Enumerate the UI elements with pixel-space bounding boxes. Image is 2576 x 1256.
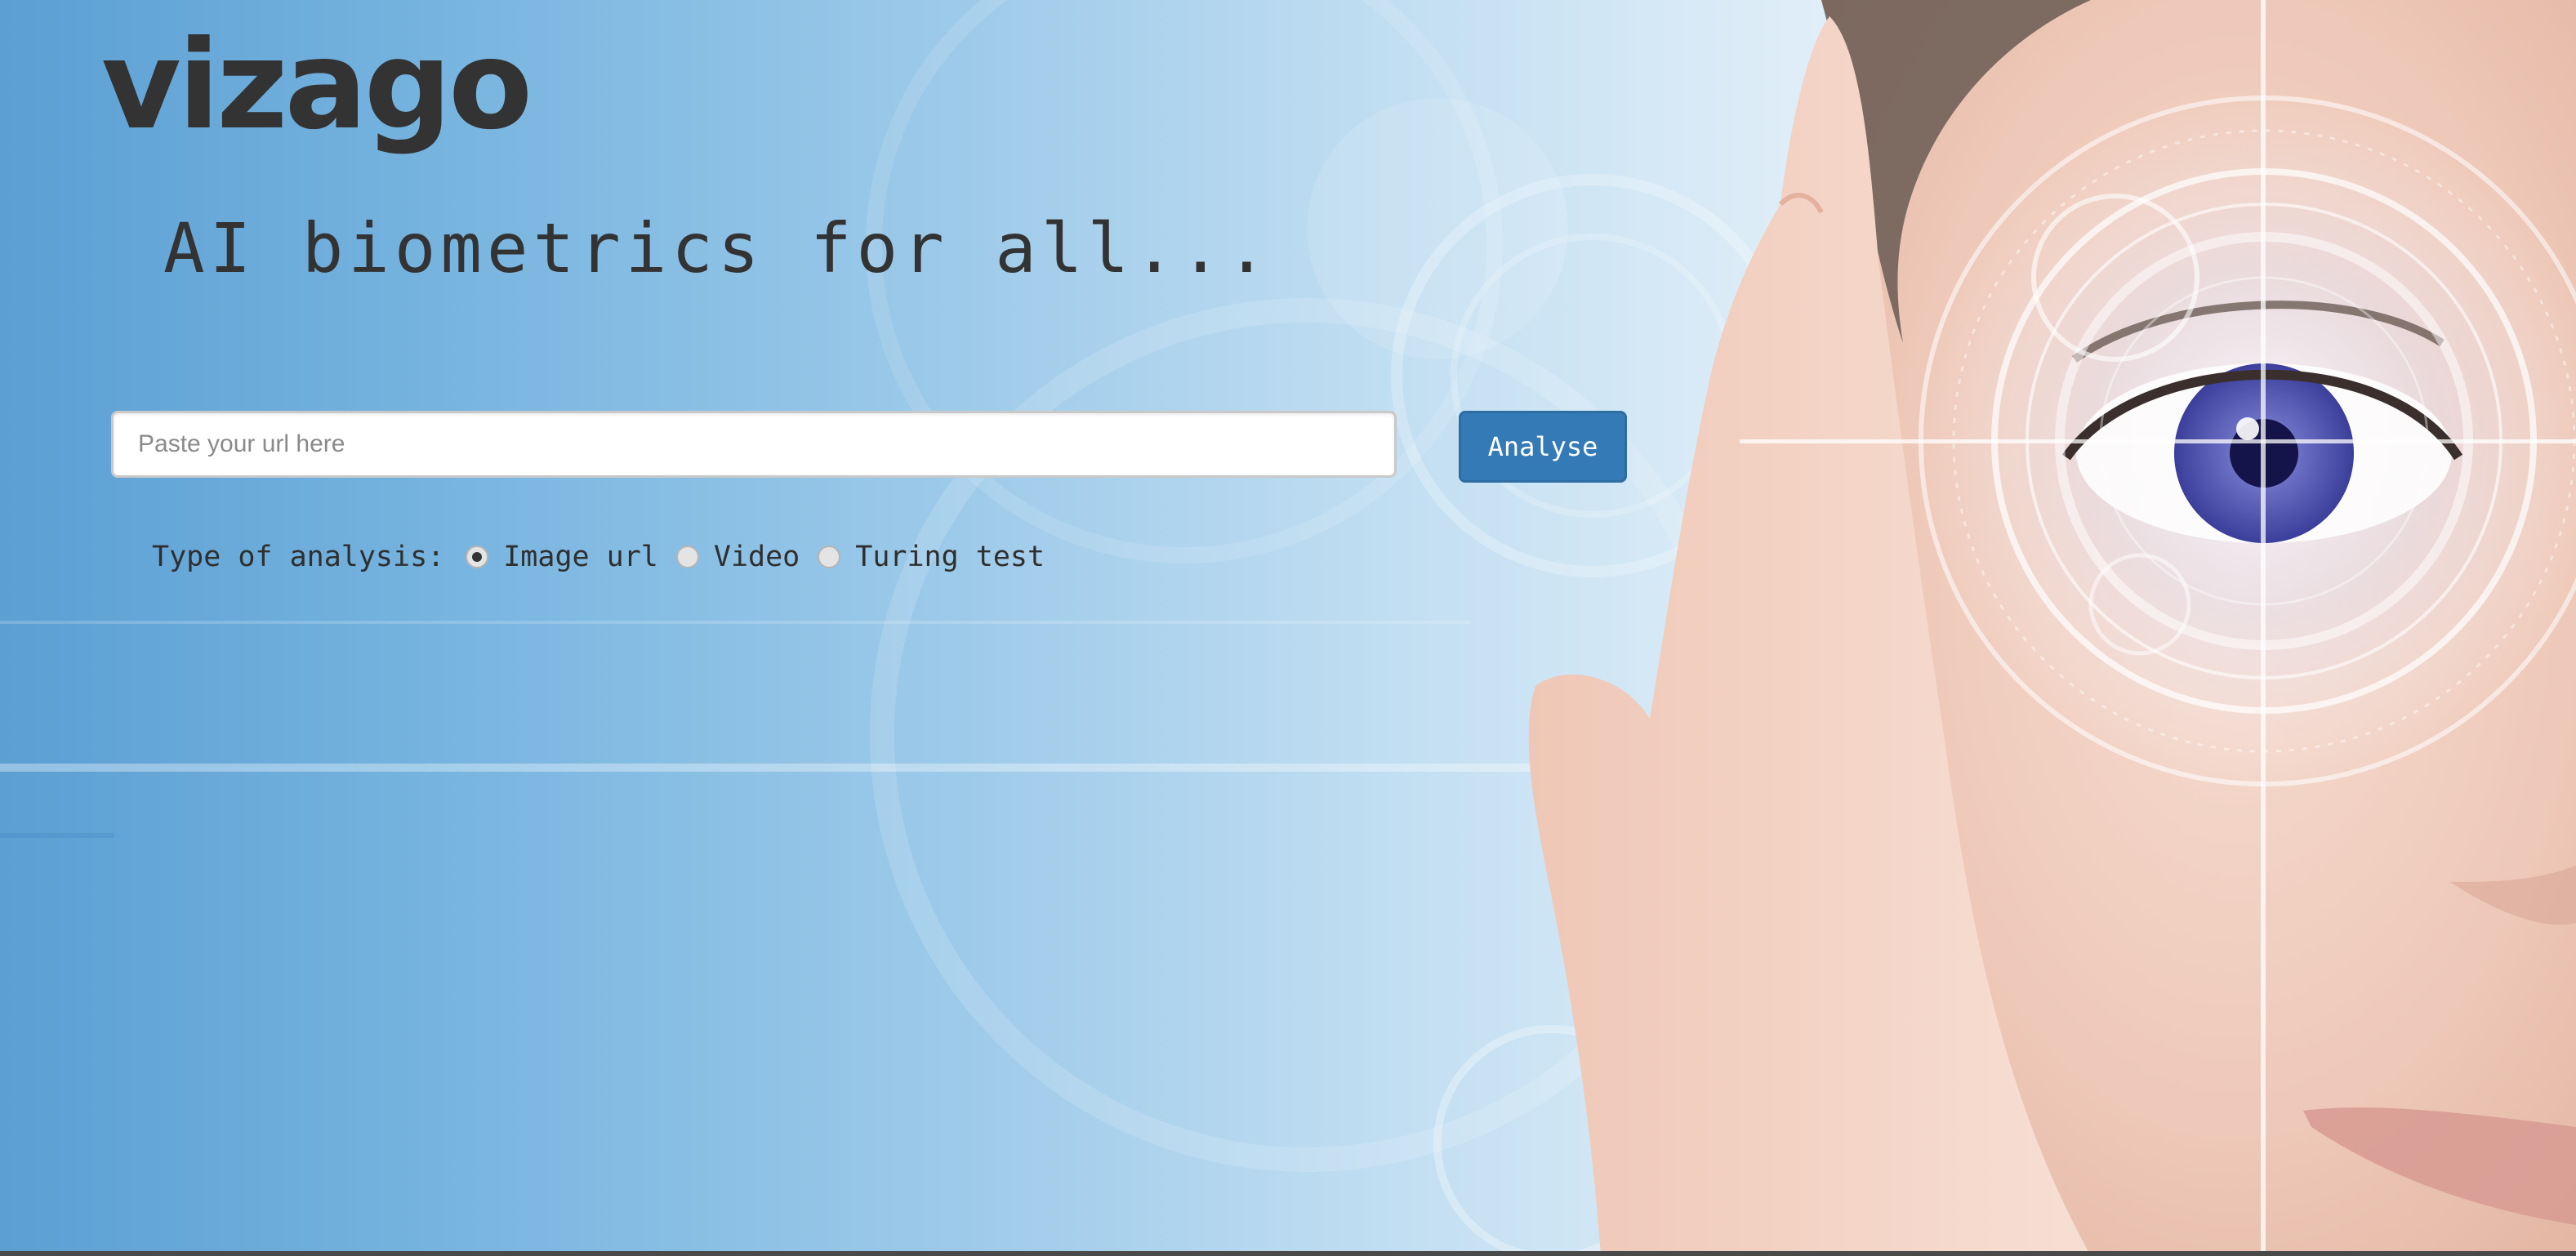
tagline: AI biometrics for all...	[163, 208, 1272, 288]
radio-label-video: Video	[713, 541, 800, 573]
analysis-type-label: Type of analysis:	[152, 541, 445, 573]
radio-button-video[interactable]	[675, 546, 699, 568]
bottom-divider	[0, 1251, 2576, 1256]
radio-option-video[interactable]: Video	[675, 541, 800, 573]
url-input[interactable]	[111, 411, 1397, 478]
analyse-button[interactable]: Analyse	[1459, 411, 1627, 483]
radio-option-image-url[interactable]: Image url	[466, 541, 658, 573]
radio-label-image-url: Image url	[503, 541, 658, 573]
radio-button-image-url[interactable]	[466, 546, 489, 568]
radio-label-turing-test: Turing test	[855, 541, 1045, 573]
radio-option-turing-test[interactable]: Turing test	[818, 541, 1045, 573]
radio-button-turing-test[interactable]	[818, 546, 841, 568]
hero-background	[0, 0, 2576, 1256]
vizago-logo[interactable]: vizago	[101, 24, 533, 147]
analysis-type-group: Type of analysis: Image url Video Turing…	[152, 536, 1063, 578]
radio-selected-dot	[472, 552, 483, 562]
